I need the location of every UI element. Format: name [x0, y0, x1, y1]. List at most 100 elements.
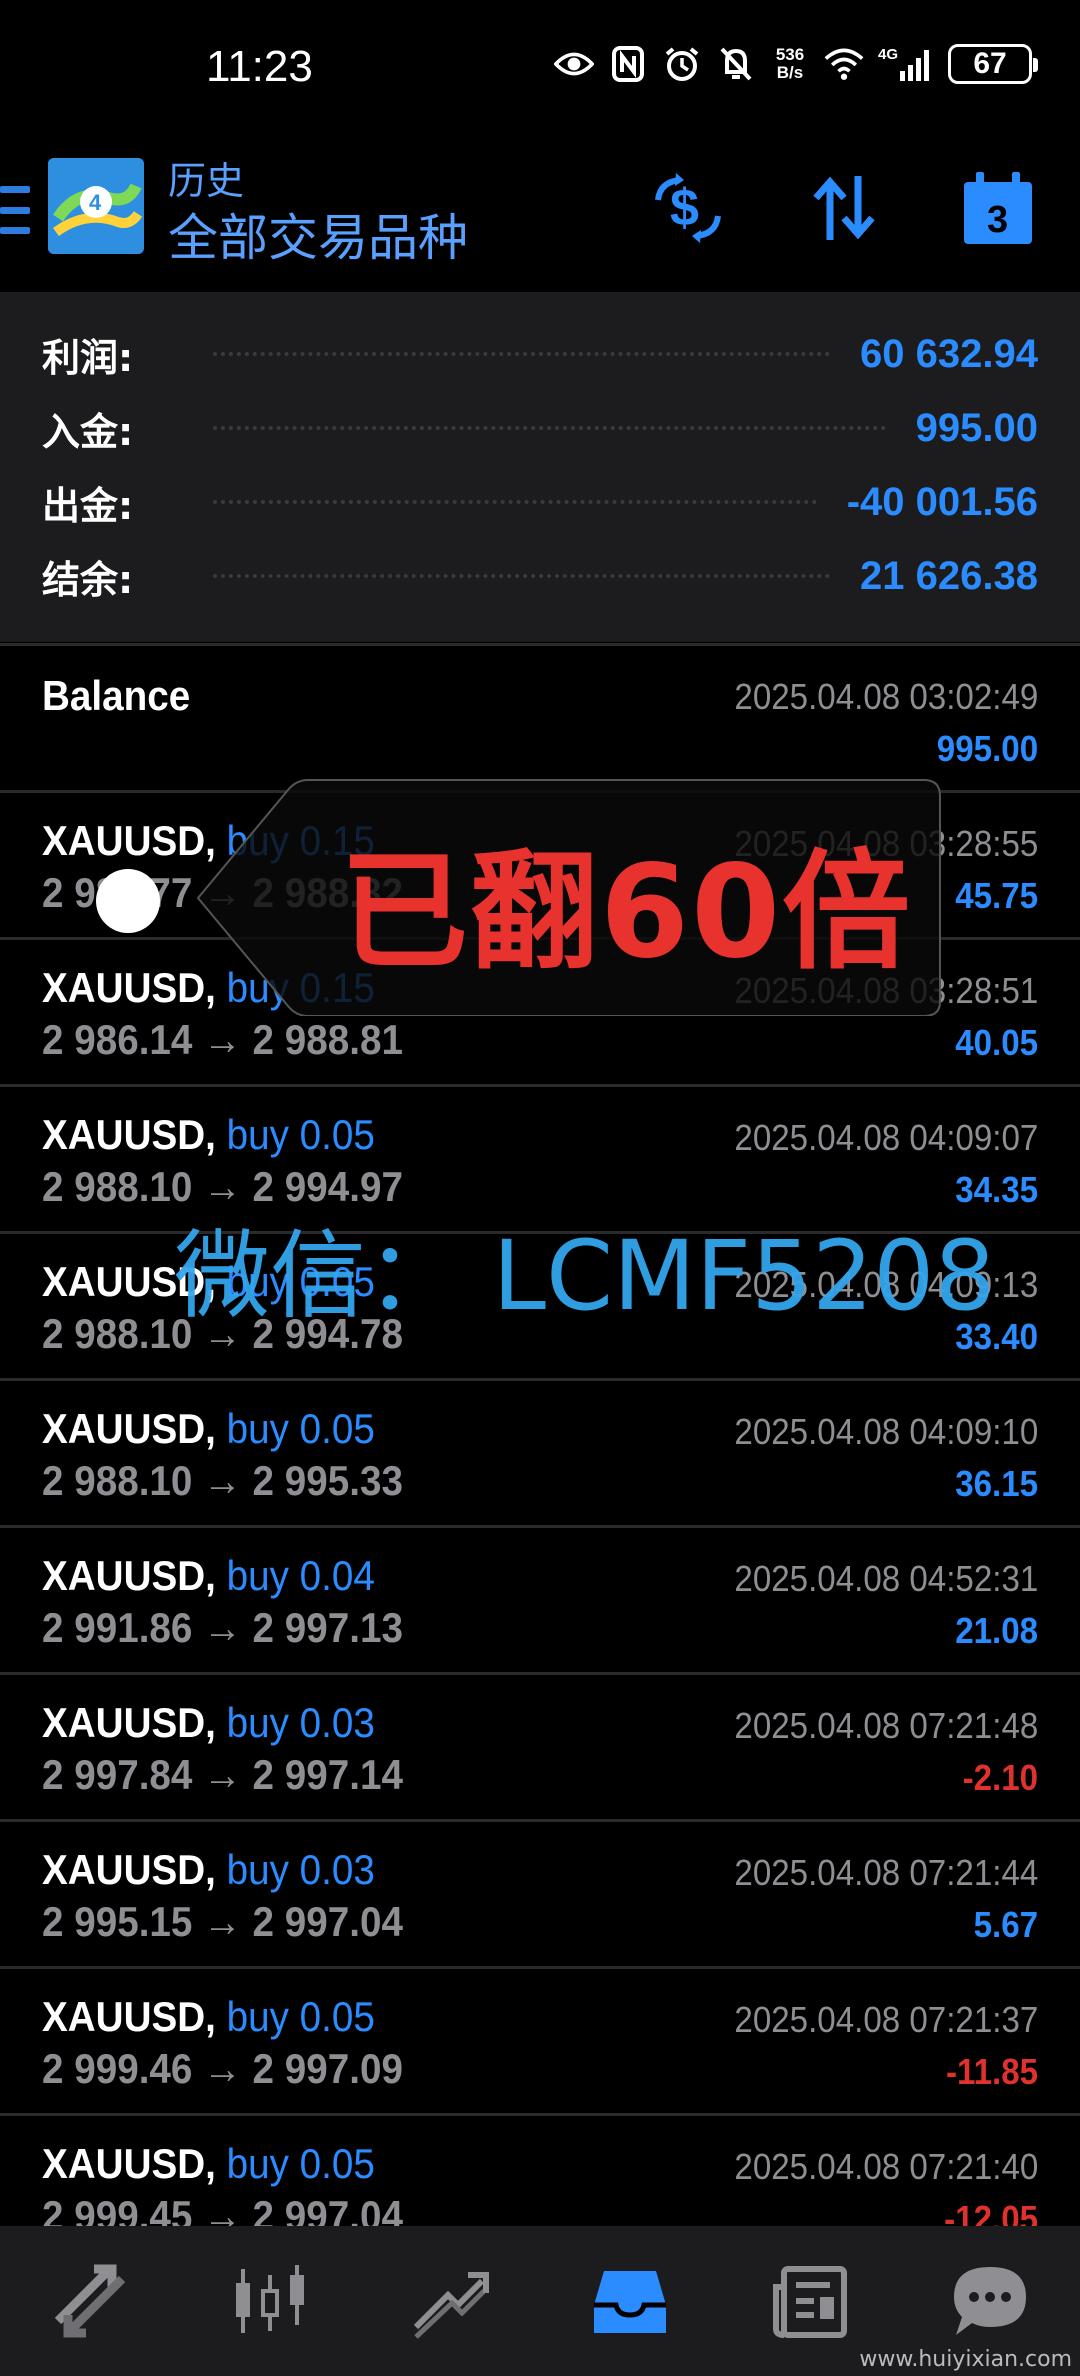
chat-icon[interactable]: [945, 2256, 1035, 2346]
trade-profit: -2.10: [962, 1757, 1038, 1798]
symbol-name: XAUUSD,: [42, 2140, 216, 2187]
trade-prices: 2 995.15 → 2 997.04: [42, 1898, 403, 1945]
symbol-name: XAUUSD,: [42, 1846, 216, 1893]
summary-label: 利润:: [42, 335, 134, 380]
touch-indicator: [96, 869, 160, 933]
trade-prices: 2 986.14 → 2 988.81: [42, 1016, 403, 1063]
trade-row[interactable]: XAUUSD, buy 0.04 2 991.86 → 2 997.13 2025.…: [0, 1525, 1080, 1672]
calendar-icon: 3: [964, 172, 1032, 244]
summary-value: 21 626.38: [860, 553, 1038, 598]
trade-type: buy 0.05: [226, 1993, 375, 2040]
toolbar: 4 历史 全部交易品种 $ 3: [0, 140, 1080, 290]
svg-text:4: 4: [89, 190, 102, 215]
summary-value: 995.00: [915, 405, 1038, 450]
trade-type: buy 0.05: [226, 2140, 375, 2187]
mute-bell-icon: [716, 44, 756, 84]
trade-datetime: 2025.04.08 04:09:07: [734, 1117, 1038, 1158]
trade-datetime: 2025.04.08 07:21:44: [734, 1852, 1038, 1893]
status-time: 11:23: [206, 42, 313, 91]
trade-symbol: XAUUSD, buy 0.04: [42, 1552, 375, 1600]
site-watermark: www.huiyixian.com: [859, 2347, 1072, 2372]
history-icon[interactable]: [585, 2256, 675, 2346]
trade-datetime: 2025.04.08 07:21:37: [734, 1999, 1038, 2040]
symbol-name: XAUUSD,: [42, 817, 216, 864]
balance-row[interactable]: Balance 2025.04.08 03:02:49 995.00: [0, 643, 1080, 790]
symbol-name: XAUUSD,: [42, 1552, 216, 1599]
symbol-name: XAUUSD,: [42, 1993, 216, 2040]
alarm-icon: [662, 44, 702, 84]
divider-dots: [213, 500, 817, 504]
cell-signal-icon: 4G: [878, 44, 934, 84]
trade-prices: 2 999.46 → 2 997.09: [42, 2045, 403, 2092]
calendar-button[interactable]: 3: [960, 170, 1036, 246]
bottom-nav: www.huiyixian.com: [0, 2226, 1080, 2376]
trade-profit: 21.08: [955, 1610, 1038, 1651]
toolbar-title[interactable]: 全部交易品种: [168, 198, 468, 270]
trade-row[interactable]: XAUUSD, buy 0.05 2 988.10 → 2 995.33 2025.…: [0, 1378, 1080, 1525]
trade-icon[interactable]: [405, 2256, 495, 2346]
divider-dots: [213, 352, 831, 356]
trade-type: buy 0.03: [226, 1699, 375, 1746]
battery-indicator: 67: [948, 44, 1038, 84]
trade-type: buy 0.03: [226, 1846, 375, 1893]
trade-symbol: XAUUSD, buy 0.05: [42, 1993, 375, 2041]
sort-icon: [813, 176, 875, 240]
svg-text:3: 3: [987, 199, 1008, 241]
menu-icon[interactable]: [0, 186, 30, 234]
symbol-name: XAUUSD,: [42, 1699, 216, 1746]
trade-datetime: 2025.04.08 07:21:48: [734, 1705, 1038, 1746]
trade-symbol: XAUUSD, buy 0.05: [42, 2140, 375, 2188]
trade-row[interactable]: XAUUSD, buy 0.03 2 995.15 → 2 997.04 2025.…: [0, 1819, 1080, 1966]
wifi-icon: [824, 44, 864, 84]
balance-label: Balance: [42, 672, 191, 719]
trade-profit: -11.85: [945, 2051, 1038, 2092]
currency-exchange-button[interactable]: $: [650, 170, 726, 246]
trade-symbol: XAUUSD, buy 0.03: [42, 1846, 375, 1894]
trade-profit: 36.15: [955, 1463, 1038, 1504]
symbol-name: XAUUSD,: [42, 1111, 216, 1158]
trade-profit: 45.75: [955, 875, 1038, 916]
trade-datetime: 2025.04.08 04:52:31: [734, 1558, 1038, 1599]
trade-row[interactable]: XAUUSD, buy 0.03 2 997.84 → 2 997.14 2025.…: [0, 1672, 1080, 1819]
divider-dots: [213, 574, 831, 578]
symbol-name: XAUUSD,: [42, 1405, 216, 1452]
sort-button[interactable]: [806, 170, 882, 246]
trade-symbol: XAUUSD, buy 0.05: [42, 1111, 375, 1159]
eye-icon: [554, 44, 594, 84]
trade-prices: 2 988.10 → 2 995.33: [42, 1457, 403, 1504]
symbol-name: XAUUSD,: [42, 964, 216, 1011]
summary-value: 60 632.94: [860, 331, 1038, 376]
news-icon[interactable]: [765, 2256, 855, 2346]
trade-type: buy 0.05: [226, 1111, 375, 1158]
toolbar-subtitle: 历史: [168, 161, 245, 203]
svg-text:$: $: [670, 179, 699, 237]
divider-dots: [213, 426, 886, 430]
app-logo: 4: [48, 158, 144, 254]
summary-label: 出金:: [42, 483, 134, 528]
nfc-icon: [608, 44, 648, 84]
trade-type: buy 0.04: [226, 1552, 375, 1599]
trade-datetime: 2025.04.08 04:09:10: [734, 1411, 1038, 1452]
currency-exchange-icon: $: [655, 173, 721, 243]
row-amount: 995.00: [936, 728, 1038, 769]
account-summary: 利润: 60 632.94 入金: 995.00 出金: -40 001.56 …: [0, 292, 1080, 642]
trade-prices: 2 991.86 → 2 997.13: [42, 1604, 403, 1651]
trade-profit: 5.67: [973, 1904, 1038, 1945]
wechat-contact-overlay: 微信： LCMF5208: [174, 1220, 996, 1332]
trade-row[interactable]: XAUUSD, buy 0.05 2 999.46 → 2 997.09 2025.…: [0, 1966, 1080, 2113]
quotes-icon[interactable]: [45, 2256, 135, 2346]
summary-label: 入金:: [42, 409, 134, 454]
trade-symbol: XAUUSD, buy 0.05: [42, 1405, 375, 1453]
summary-value: -40 001.56: [846, 479, 1038, 524]
promo-bubble-text: 已翻60倍: [340, 838, 913, 987]
summary-profit: 利润: 60 632.94: [42, 324, 1038, 384]
trade-symbol: XAUUSD, buy 0.03: [42, 1699, 375, 1747]
chart-icon[interactable]: [225, 2256, 315, 2346]
summary-withdrawal: 出金: -40 001.56: [42, 472, 1038, 532]
summary-label: 结余:: [42, 557, 134, 602]
svg-text:4G: 4G: [878, 46, 898, 63]
trade-type: buy 0.05: [226, 1405, 375, 1452]
summary-balance: 结余: 21 626.38: [42, 546, 1038, 606]
network-speed: 536 B/s: [775, 45, 805, 82]
trade-profit: 40.05: [955, 1022, 1038, 1063]
